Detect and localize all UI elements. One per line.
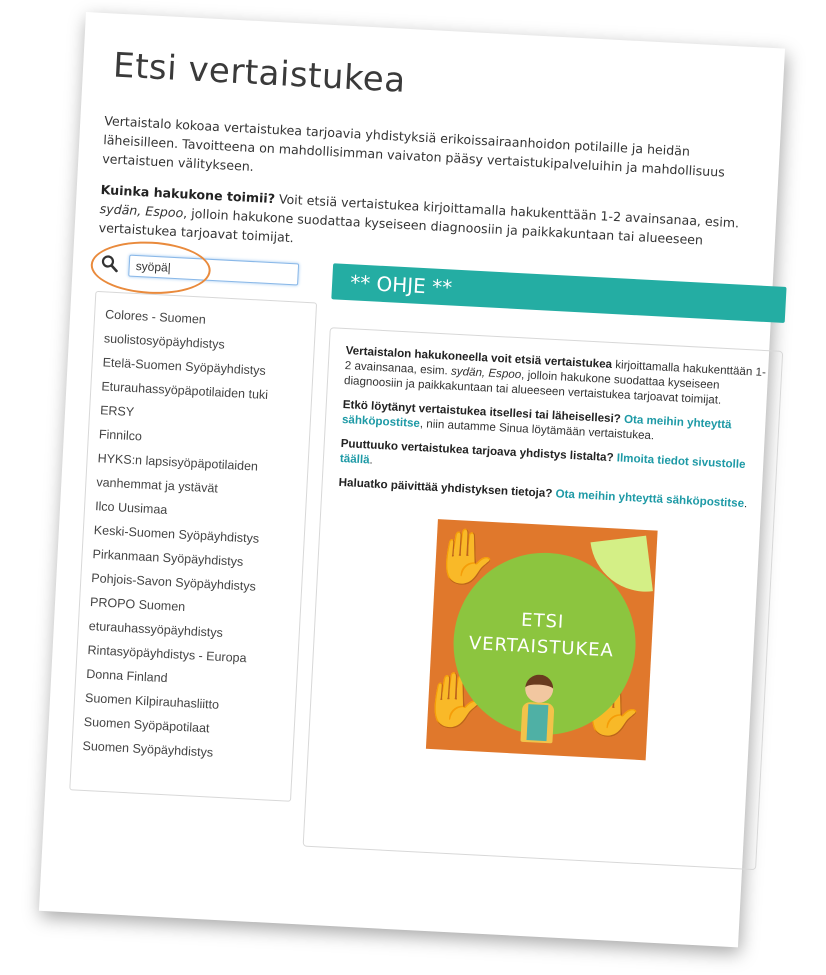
person-vest (526, 704, 549, 742)
search-column: Colores - SuomensuolistosyöpäyhdistysEte… (69, 238, 319, 802)
content-columns: Colores - SuomensuolistosyöpäyhdistysEte… (68, 238, 787, 871)
page-sheet: Etsi vertaistukea Vertaistalo kokoaa ver… (38, 12, 787, 948)
ohje-p1-example: sydän, Espoo (450, 364, 522, 382)
howto-example: sydän, Espoo (99, 200, 184, 221)
results-list: Colores - Suomen suolistosyöpäyhdistys Ete… (82, 302, 308, 768)
ohje-p4-text: . (743, 497, 748, 511)
screenshot-stage: Etsi vertaistukea Vertaistalo kokoaa ver… (0, 0, 826, 975)
ohje-p3-text: . (369, 453, 374, 467)
results-list-panel: Colores - Suomen suolistosyöpäyhdistys Ete… (69, 290, 318, 802)
person-illustration (516, 673, 560, 746)
page-title: Etsi vertaistukea (112, 45, 407, 101)
highlight-circle (89, 238, 212, 297)
ohje-banner: ** OHJE ** (331, 263, 787, 323)
promo-image: ✋ ✋ ✋ ETSI VERTAISTUKEA (425, 519, 658, 761)
ohje-p4-bold: Haluatko päivittää yhdistyksen tietoja? (338, 475, 553, 501)
ohje-p3-bold: Puuttuuko vertaistukea tarjoava yhdistys… (340, 436, 614, 465)
person-head (524, 673, 554, 704)
help-column: ** OHJE ** Vertaistalon hakukoneella voi… (302, 263, 787, 871)
ohje-infobox: Vertaistalon hakukoneella voit etsiä ver… (302, 327, 784, 871)
update-info-email-link[interactable]: Ota meihin yhteyttä sähköpostitse (552, 487, 744, 510)
search-bar (89, 238, 319, 297)
